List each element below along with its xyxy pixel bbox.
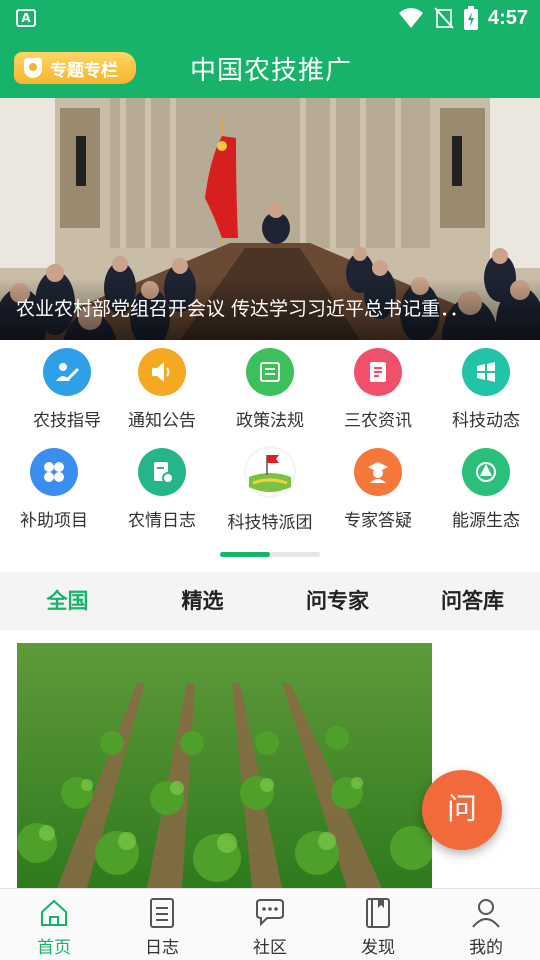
- user-icon: [432, 895, 540, 931]
- grid-item-tech-news[interactable]: 科技动态: [432, 348, 540, 431]
- status-icons: 4:57: [398, 6, 528, 30]
- tab-nationwide[interactable]: 全国: [0, 572, 135, 630]
- nav-home[interactable]: 首页: [0, 889, 108, 960]
- tab-ask-expert[interactable]: 问专家: [270, 572, 405, 630]
- nav-label: 日志: [145, 938, 179, 958]
- nav-label: 发现: [361, 938, 395, 958]
- nav-journal[interactable]: 日志: [108, 889, 216, 960]
- topic-column-label: 专题专栏: [50, 60, 118, 81]
- battery-icon: [463, 6, 478, 30]
- grid-label: 补助项目: [20, 511, 88, 531]
- wifi-icon: [398, 8, 423, 28]
- grid-label: 农技指导: [33, 411, 101, 431]
- clock: 4:57: [487, 6, 528, 29]
- nav-community[interactable]: 社区: [216, 889, 324, 960]
- guidance-icon: [43, 348, 91, 396]
- grid-item-notices[interactable]: 通知公告: [108, 348, 216, 431]
- grid-label: 通知公告: [128, 411, 196, 431]
- nav-profile[interactable]: 我的: [432, 889, 540, 960]
- feature-grid: 农技指导 通知公告 政策法规 三农资讯 科技动态 补助项目 农情日志 科技特派团…: [0, 340, 540, 572]
- chat-icon: [216, 895, 324, 931]
- policy-icon: [246, 348, 294, 396]
- news-icon: [354, 348, 402, 396]
- app-header: 专题专栏 中国农技推广: [0, 36, 540, 98]
- grid-item-news[interactable]: 三农资讯: [324, 348, 432, 431]
- book-icon: [324, 895, 432, 931]
- nav-label: 首页: [37, 938, 71, 958]
- grid-label: 三农资讯: [344, 411, 412, 431]
- crop-field-photo: [17, 643, 432, 888]
- grid-item-policy[interactable]: 政策法规: [216, 348, 324, 431]
- no-signal-icon: [434, 7, 454, 29]
- grid-label: 能源生态: [452, 511, 520, 531]
- ask-question-button[interactable]: 问: [422, 770, 502, 850]
- bottom-navigation: 首页 日志 社区 发现 我的: [0, 888, 540, 960]
- content-tabs: 全国 精选 问专家 问答库: [0, 572, 540, 630]
- expert-icon: [354, 448, 402, 496]
- grid-item-farm-log[interactable]: 农情日志: [108, 448, 216, 531]
- grid-label: 专家答疑: [344, 511, 412, 531]
- grid-label: 科技动态: [452, 411, 520, 431]
- news-banner[interactable]: 农业农村部党组召开会议 传达学习习近平总书记重．．: [0, 98, 540, 340]
- grid-item-tech-mission[interactable]: 科技特派团: [216, 446, 324, 533]
- log-icon: [138, 448, 186, 496]
- status-bar: A 4:57: [0, 0, 540, 36]
- speaker-icon: [138, 348, 186, 396]
- subsidy-icon: [30, 448, 78, 496]
- topic-column-button[interactable]: 专题专栏: [14, 52, 136, 84]
- home-icon: [0, 895, 108, 931]
- tab-featured[interactable]: 精选: [135, 572, 270, 630]
- grid-label: 科技特派团: [227, 513, 313, 533]
- nav-label: 社区: [253, 938, 287, 958]
- shield-icon: [24, 58, 42, 78]
- flag-field-icon: [244, 446, 296, 498]
- grid-item-farm-guidance[interactable]: 农技指导: [13, 348, 121, 431]
- app-title: 中国农技推广: [190, 56, 353, 86]
- app-notification-icon: A: [16, 9, 36, 27]
- grid-label: 农情日志: [128, 511, 196, 531]
- energy-icon: [462, 448, 510, 496]
- nav-discover[interactable]: 发现: [324, 889, 432, 960]
- nav-label: 我的: [469, 938, 503, 958]
- grid-page-indicator: [220, 552, 320, 557]
- feed-item-image[interactable]: [17, 643, 432, 888]
- grid-item-expert-qa[interactable]: 专家答疑: [324, 448, 432, 531]
- tech-icon: [462, 348, 510, 396]
- grid-item-energy-ecology[interactable]: 能源生态: [432, 448, 540, 531]
- grid-item-subsidy[interactable]: 补助项目: [0, 448, 108, 531]
- banner-caption: 农业农村部党组召开会议 传达学习习近平总书记重．．: [0, 278, 540, 340]
- journal-icon: [108, 895, 216, 931]
- tab-qa-library[interactable]: 问答库: [405, 572, 540, 630]
- grid-label: 政策法规: [236, 411, 304, 431]
